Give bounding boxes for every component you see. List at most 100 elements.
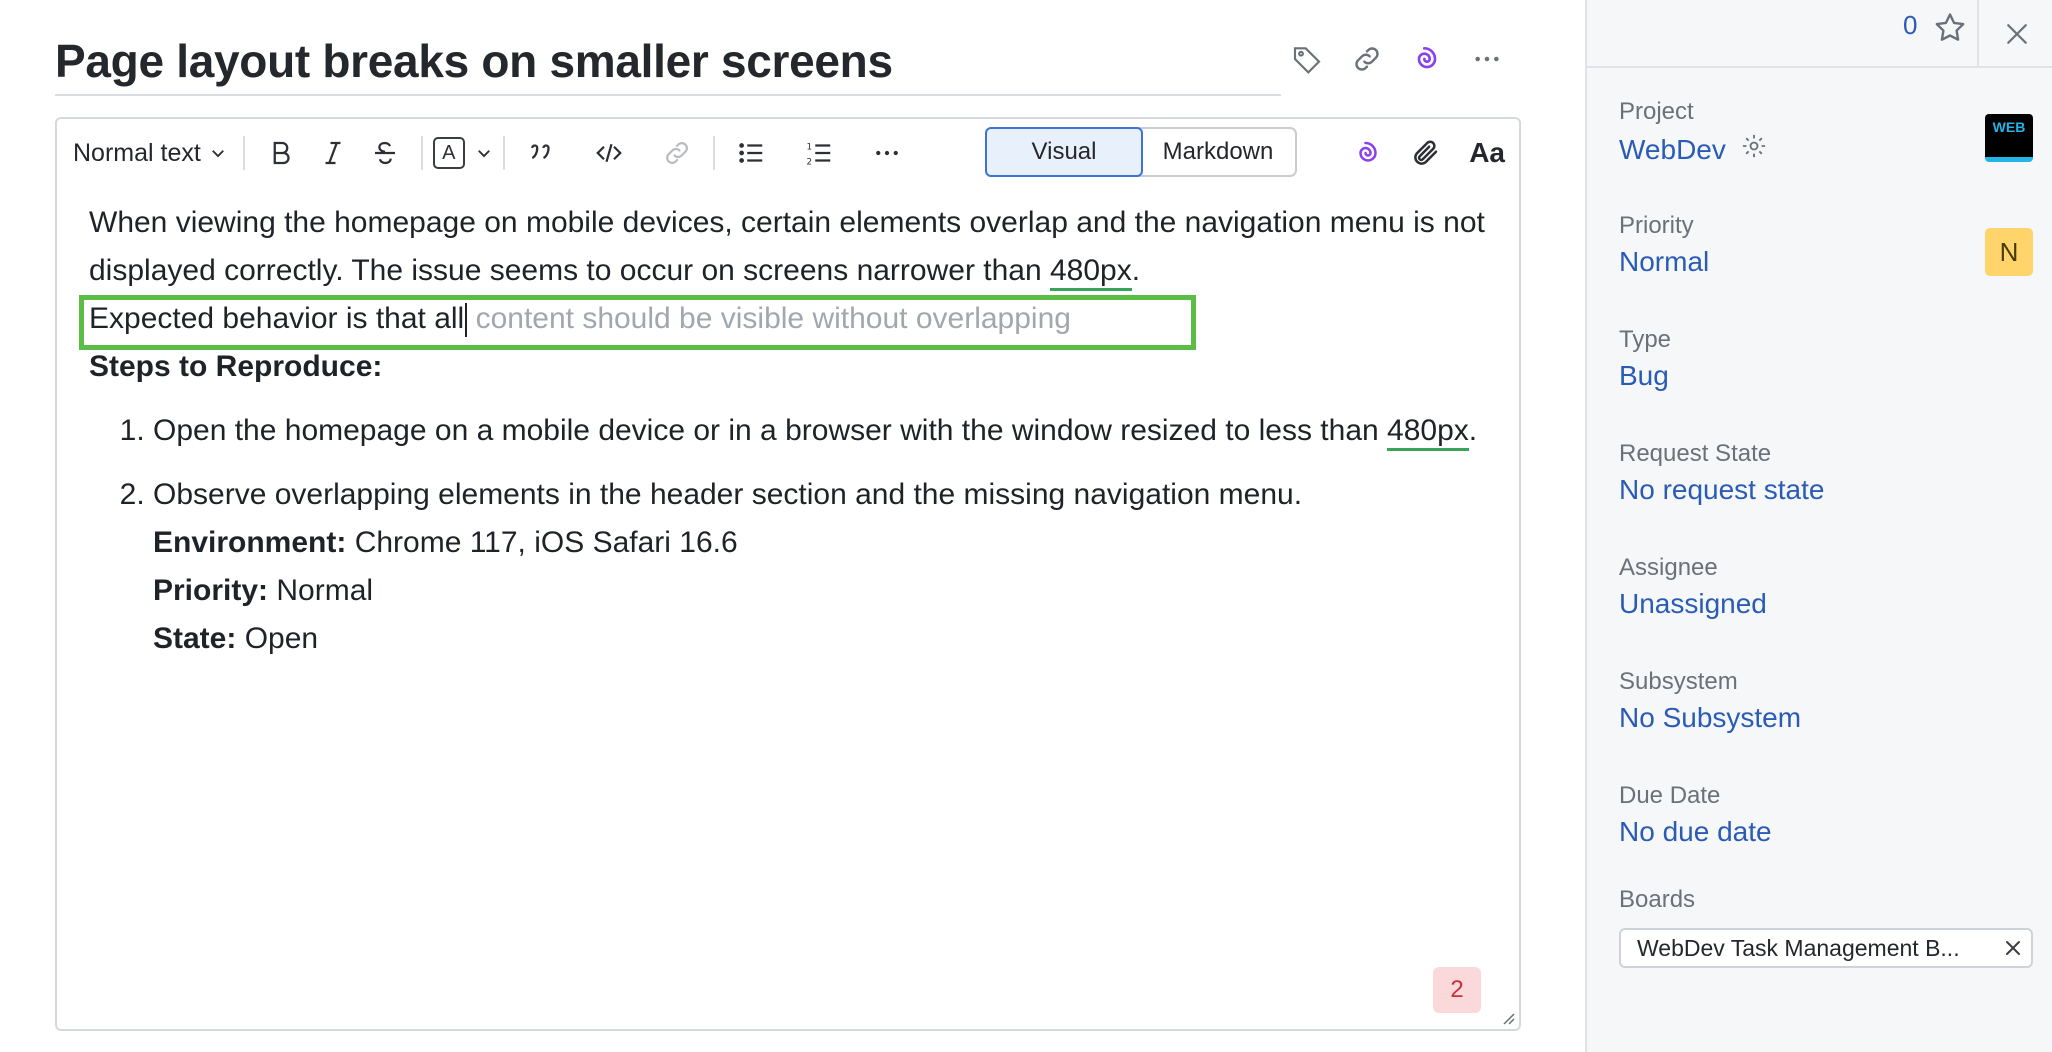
paperclip-icon <box>1414 140 1438 165</box>
type-label: Type <box>1619 326 1672 353</box>
toolbar-divider <box>502 136 505 170</box>
type-value[interactable]: Bug <box>1619 360 1671 392</box>
due-date-field: Due Date No due date <box>1619 782 1772 848</box>
font-settings-button[interactable]: Aa <box>1469 131 1505 175</box>
text-style-dropdown[interactable]: Normal text <box>73 131 233 175</box>
toolbar-divider <box>420 136 423 170</box>
steps-list: Open the homepage on a mobile device or … <box>89 407 1489 663</box>
subsystem-field: Subsystem No Subsystem <box>1619 668 1801 734</box>
due-date-label: Due Date <box>1619 782 1721 809</box>
environment-value: Chrome 117, iOS Safari 16.6 <box>346 526 738 559</box>
more-horizontal-icon <box>1475 56 1499 62</box>
insert-link-button[interactable] <box>651 131 703 175</box>
toolbar-divider <box>712 136 715 170</box>
spellcheck-word: 480px <box>1050 254 1132 291</box>
request-state-field: Request State No request state <box>1619 440 1824 506</box>
strikethrough-button[interactable] <box>359 131 411 175</box>
priority-value: Normal <box>268 574 374 607</box>
text-color-dropdown[interactable]: A <box>432 131 493 175</box>
main-panel: Page layout breaks on smaller screens No… <box>0 0 1585 1052</box>
project-settings-button[interactable] <box>1740 132 1768 167</box>
link-icon <box>1355 47 1379 71</box>
attach-file-button[interactable] <box>1411 131 1441 175</box>
close-button[interactable] <box>1977 0 2052 68</box>
ai-spiral-icon <box>1359 141 1377 162</box>
priority-label: Priority: <box>153 574 269 607</box>
toolbar-right-group: Aa <box>1353 131 1505 175</box>
typed-text: Expected behavior is that all <box>89 302 465 335</box>
resize-handle-icon[interactable] <box>1501 1011 1515 1025</box>
project-value[interactable]: WebDev <box>1619 132 1768 167</box>
request-state-label: Request State <box>1619 440 1772 467</box>
ai-assistant-button[interactable] <box>1353 131 1383 175</box>
bulleted-list-button[interactable] <box>725 131 777 175</box>
state-value: Open <box>236 622 319 655</box>
step-text-end: . <box>1468 414 1478 447</box>
ai-spiral-icon <box>1417 47 1437 69</box>
italic-button[interactable] <box>307 131 359 175</box>
boards-field: Boards <box>1619 886 1695 914</box>
link-icon <box>665 142 688 164</box>
numbered-list-icon: 12 <box>806 142 831 167</box>
ai-suggestion-text[interactable]: content should be visible without overla… <box>467 302 1071 335</box>
boards-label: Boards <box>1619 886 1696 913</box>
spellcheck-error-badge[interactable]: 2 <box>1433 967 1481 1013</box>
markdown-mode-button[interactable]: Markdown <box>1141 129 1295 175</box>
chevron-down-icon <box>477 150 490 158</box>
editor-mode-toggle: Visual Markdown <box>985 127 1297 177</box>
bold-icon <box>273 141 290 165</box>
title-field[interactable]: Page layout breaks on smaller screens <box>55 30 1281 96</box>
visual-mode-button[interactable]: Visual <box>985 127 1143 177</box>
project-label: Project <box>1619 98 1694 125</box>
project-field: Project WebDev <box>1619 98 1768 167</box>
board-chip-label: WebDev Task Management B... <box>1637 934 1960 961</box>
description-editor[interactable]: Normal text A 1 2 Visual Markdown Aa Whe… <box>55 117 1521 1031</box>
sidebar-header: 0 <box>1587 0 2052 68</box>
toolbar-divider <box>242 136 245 170</box>
list-item: Observe overlapping elements in the head… <box>153 471 1489 663</box>
project-name[interactable]: WebDev <box>1619 134 1726 166</box>
project-avatar: WEB <box>1985 114 2033 162</box>
list-item: Open the homepage on a mobile device or … <box>153 407 1489 455</box>
quote-icon <box>530 144 550 160</box>
bulleted-list-icon <box>739 143 763 163</box>
request-state-value[interactable]: No request state <box>1619 474 1824 506</box>
board-chip[interactable]: WebDev Task Management B... <box>1619 928 2033 968</box>
editor-content[interactable]: When viewing the homepage on mobile devi… <box>89 199 1489 679</box>
due-date-value[interactable]: No due date <box>1619 816 1772 848</box>
code-icon <box>595 143 622 163</box>
more-format-button[interactable] <box>861 131 913 175</box>
code-button[interactable] <box>583 131 635 175</box>
numbered-list-button[interactable]: 12 <box>793 131 845 175</box>
close-icon <box>2006 24 2027 44</box>
spellcheck-word: 480px <box>1387 414 1469 451</box>
priority-field: Priority Normal <box>1619 212 1709 278</box>
remove-board-icon[interactable] <box>2001 936 2025 960</box>
assignee-field: Assignee Unassigned <box>1619 554 1767 620</box>
italic-icon <box>325 141 341 165</box>
subsystem-label: Subsystem <box>1619 668 1738 695</box>
svg-text:1: 1 <box>806 142 812 152</box>
link-button[interactable] <box>1348 40 1386 78</box>
quote-button[interactable] <box>515 131 567 175</box>
title-actions <box>1288 40 1506 78</box>
tag-button[interactable] <box>1288 40 1326 78</box>
star-icon[interactable] <box>1932 10 1968 46</box>
issue-sidebar: 0 Project WebDev WEB Priority Normal N T… <box>1585 0 2052 1052</box>
priority-value[interactable]: Normal <box>1619 246 1709 278</box>
star-count: 0 <box>1903 10 1918 40</box>
issue-title[interactable]: Page layout breaks on smaller screens <box>55 34 893 88</box>
more-actions-button[interactable] <box>1468 40 1506 78</box>
assignee-value[interactable]: Unassigned <box>1619 588 1767 620</box>
step-text: Open the homepage on a mobile device or … <box>153 414 1388 447</box>
description-paragraph: When viewing the homepage on mobile devi… <box>89 199 1489 295</box>
chevron-down-icon <box>211 150 224 158</box>
text-style-label: Normal text <box>73 138 201 167</box>
state-label: State: <box>153 622 237 655</box>
assignee-label: Assignee <box>1619 554 1718 581</box>
paragraph-text: When viewing the homepage on mobile devi… <box>89 206 1485 287</box>
bold-button[interactable] <box>255 131 307 175</box>
step-text: Observe overlapping elements in the head… <box>153 478 1303 511</box>
ai-assistant-button[interactable] <box>1408 40 1446 78</box>
subsystem-value[interactable]: No Subsystem <box>1619 702 1801 734</box>
